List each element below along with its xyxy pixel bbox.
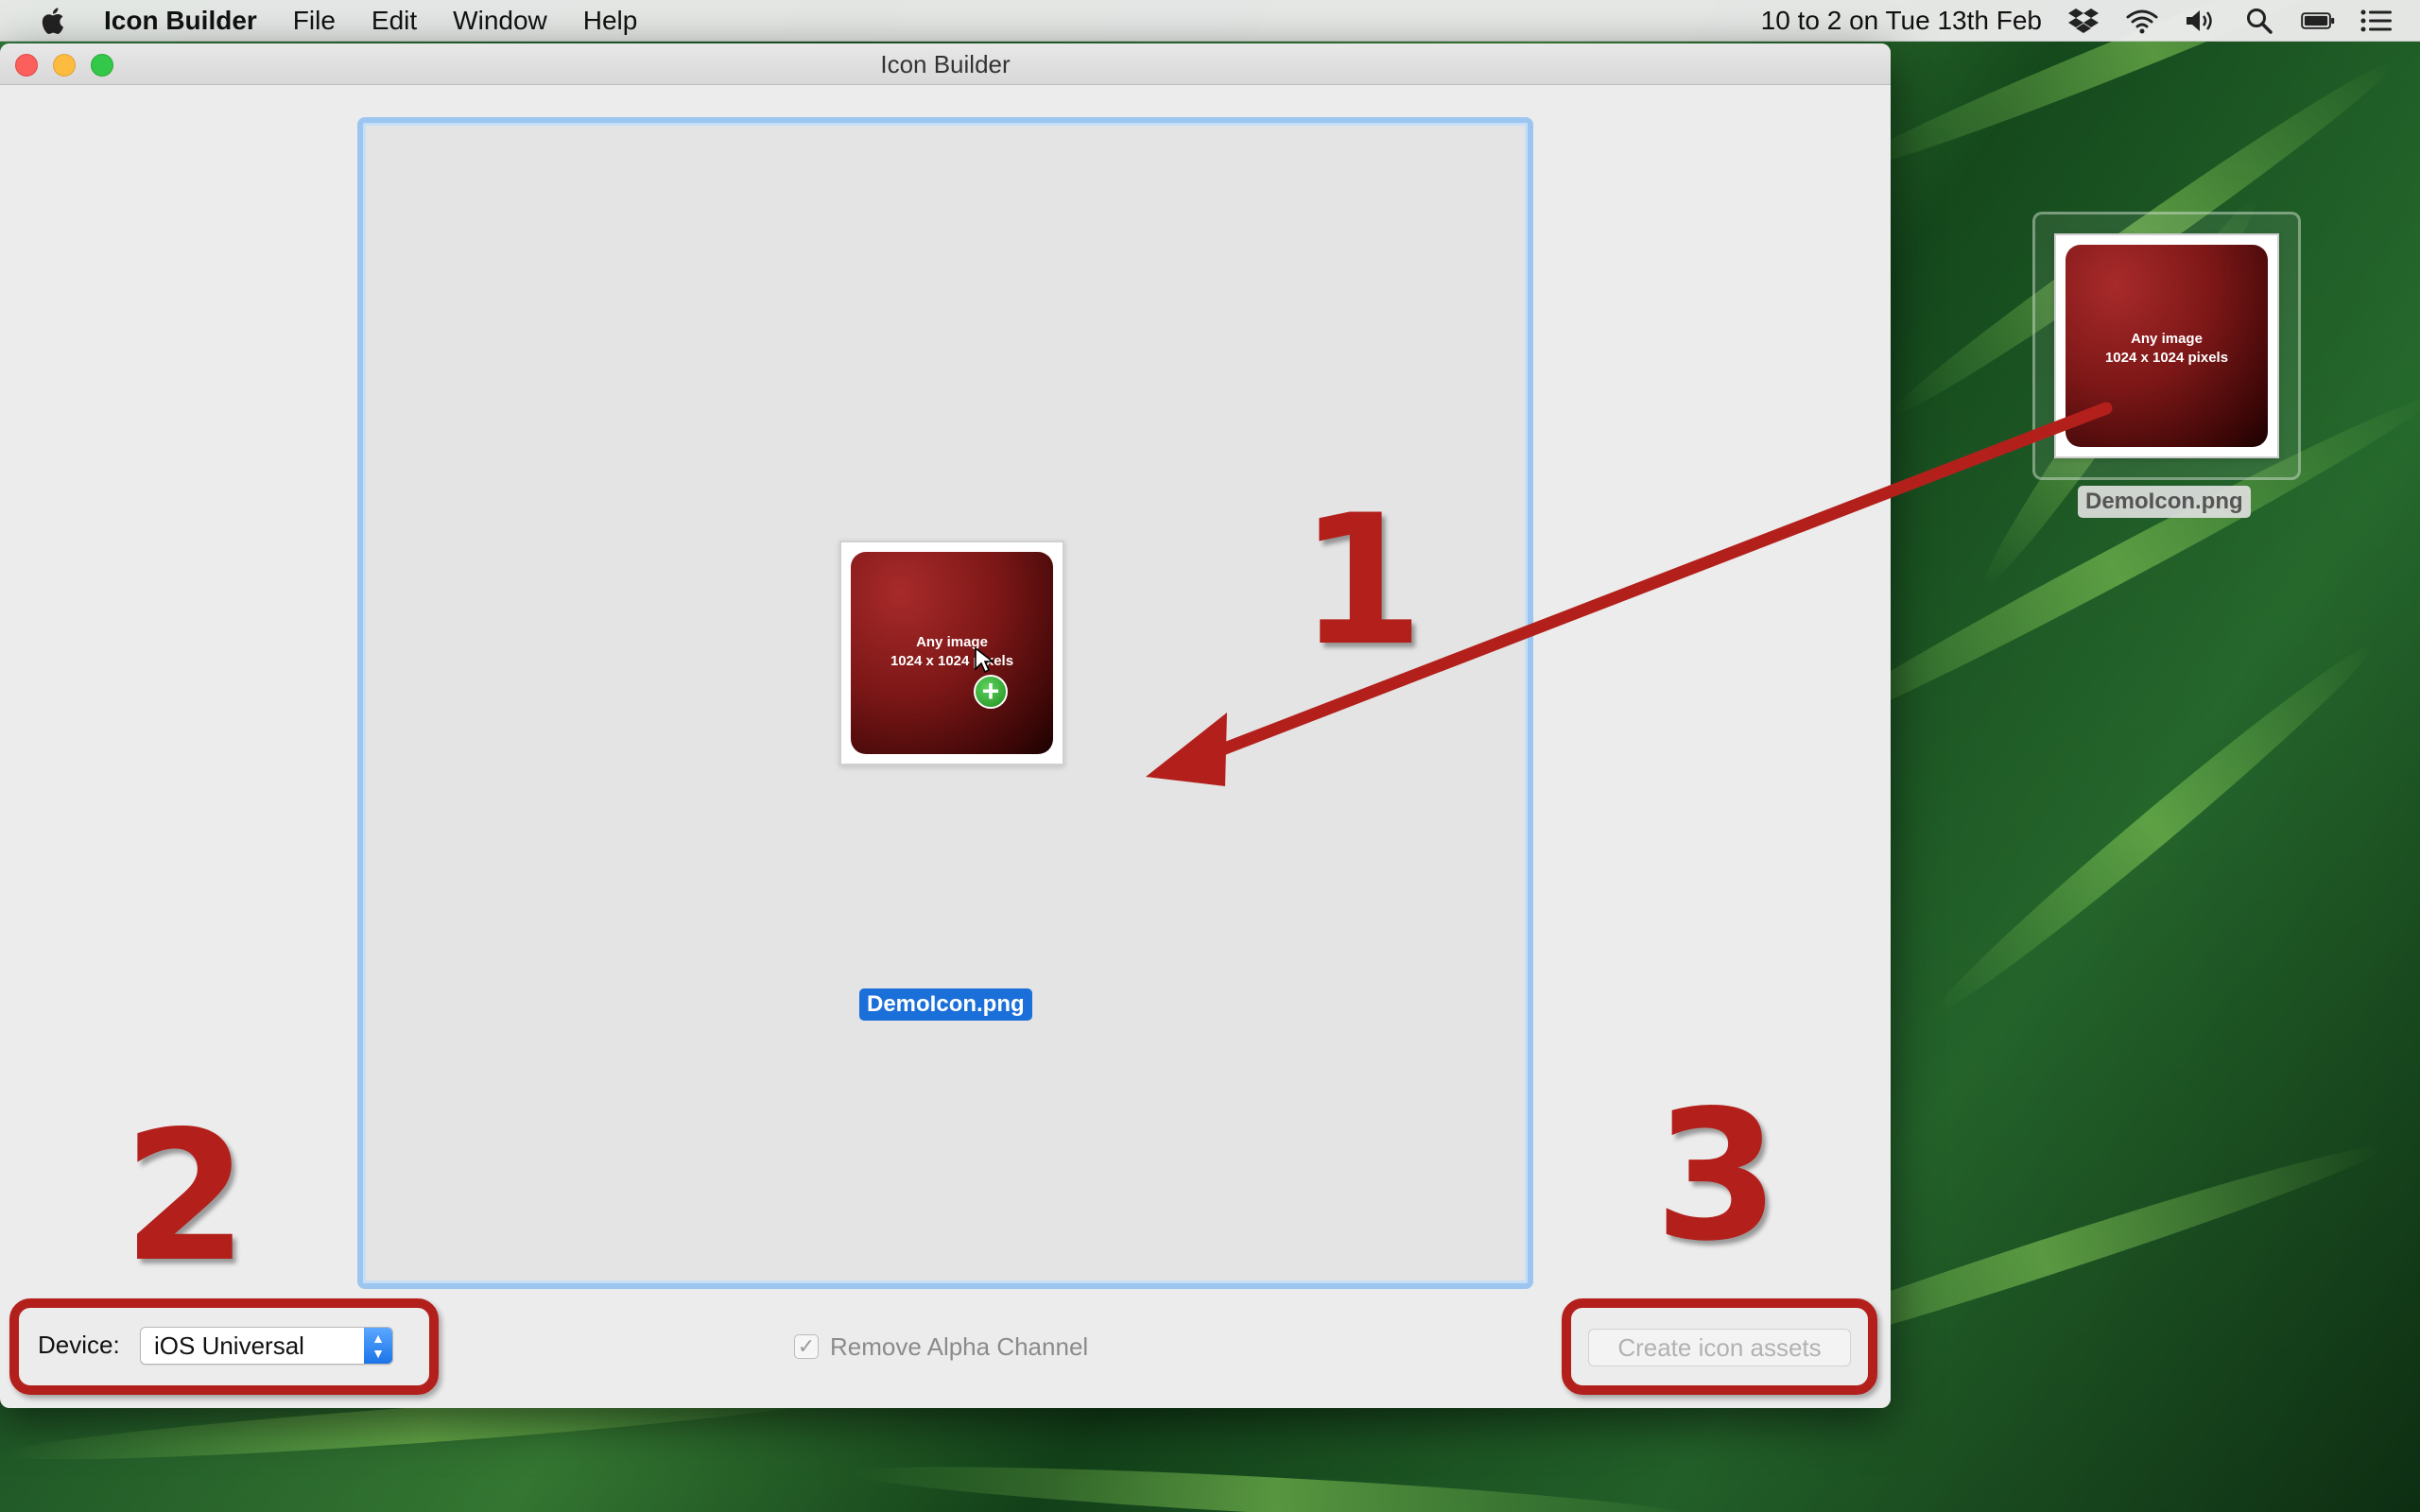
image-drop-zone[interactable]: Any image 1024 x 1024 pixels + DemoIcon.… xyxy=(357,117,1533,1289)
window-titlebar[interactable]: Icon Builder xyxy=(0,43,1891,85)
zoom-button[interactable] xyxy=(91,54,113,77)
spotlight-search-icon[interactable] xyxy=(2242,6,2276,36)
annotation-step-3: 3 xyxy=(1654,1072,1780,1280)
icon-builder-window: Icon Builder Any image 1024 x 1024 pixel… xyxy=(0,43,1891,1408)
menubar-clock[interactable]: 10 to 2 on Tue 13th Feb xyxy=(1761,6,2042,36)
notification-center-icon[interactable] xyxy=(2360,6,2394,36)
dropped-icon-thumbnail[interactable]: Any image 1024 x 1024 pixels + xyxy=(839,541,1064,765)
desktop-file-thumbnail: Any image 1024 x 1024 pixels xyxy=(2054,233,2279,458)
desktop-icon-text-line2: 1024 x 1024 pixels xyxy=(2104,350,2229,366)
menu-bar: Icon Builder File Edit Window Help 10 to… xyxy=(0,0,2420,42)
close-button[interactable] xyxy=(15,54,38,77)
window-title: Icon Builder xyxy=(880,50,1011,78)
copy-plus-badge-icon: + xyxy=(974,675,1008,709)
menu-app-name[interactable]: Icon Builder xyxy=(104,0,257,42)
battery-icon[interactable] xyxy=(2301,6,2335,36)
menu-window[interactable]: Window xyxy=(453,0,547,42)
icon-preview: Any image 1024 x 1024 pixels xyxy=(851,552,1053,754)
icon-text-line2: 1024 x 1024 pixels xyxy=(890,653,1014,669)
annotation-box-create xyxy=(1562,1298,1877,1395)
desktop-file-selection[interactable]: Any image 1024 x 1024 pixels xyxy=(2032,212,2301,480)
mouse-cursor-icon xyxy=(975,646,994,674)
volume-icon[interactable] xyxy=(2184,6,2218,36)
annotation-step-1: 1 xyxy=(1299,476,1425,685)
apple-menu-icon[interactable] xyxy=(38,5,70,37)
window-controls xyxy=(15,54,113,77)
desktop-icon-text-line1: Any image xyxy=(2131,331,2203,347)
menu-extras: 10 to 2 on Tue 13th Feb xyxy=(1761,0,2394,42)
minimize-button[interactable] xyxy=(53,54,76,77)
dropbox-icon[interactable] xyxy=(2066,6,2100,36)
annotation-box-device xyxy=(9,1298,439,1395)
desktop-filename[interactable]: DemoIcon.png xyxy=(2078,486,2251,518)
dropped-filename: DemoIcon.png xyxy=(859,988,1032,1021)
menu-edit[interactable]: Edit xyxy=(372,0,417,42)
desktop-icon-preview: Any image 1024 x 1024 pixels xyxy=(2066,245,2268,447)
remove-alpha-label: Remove Alpha Channel xyxy=(830,1332,1089,1361)
remove-alpha-checkbox[interactable]: ✓ xyxy=(794,1334,819,1359)
wifi-icon[interactable] xyxy=(2125,6,2159,36)
icon-text-line1: Any image xyxy=(916,634,988,650)
menu-help[interactable]: Help xyxy=(583,0,638,42)
annotation-step-2: 2 xyxy=(123,1092,249,1301)
menu-file[interactable]: File xyxy=(293,0,336,42)
